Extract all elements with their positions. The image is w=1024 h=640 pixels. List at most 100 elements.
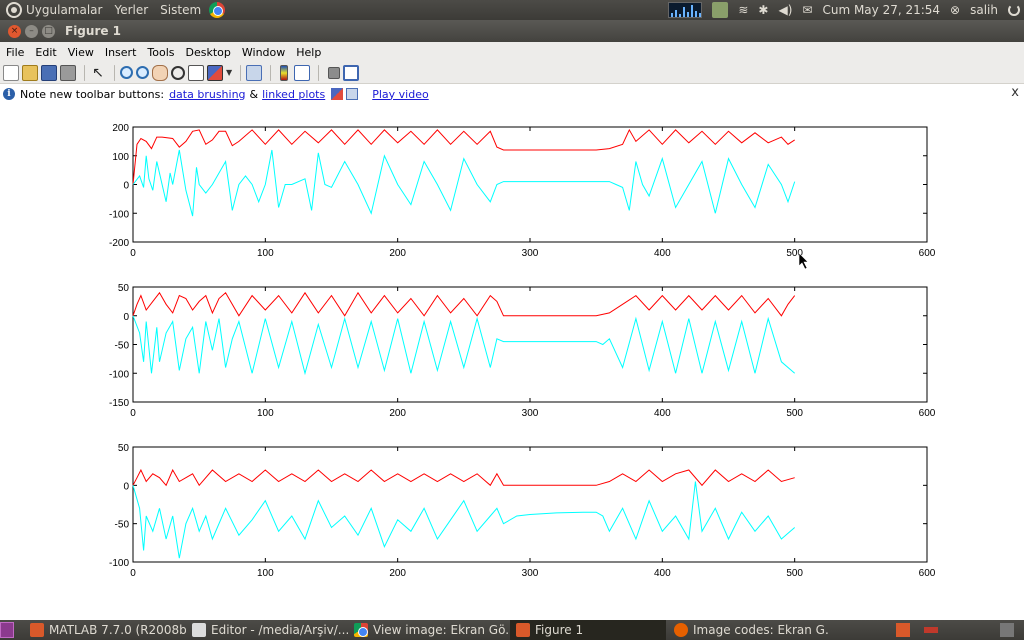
task-label: Image codes: Ekran G... — [693, 623, 830, 637]
menu-file[interactable]: File — [6, 46, 24, 59]
info-bar-close-button[interactable]: x — [1011, 85, 1019, 100]
y-tick-label: -100 — [109, 558, 129, 569]
y-tick-label: 0 — [123, 181, 129, 192]
menu-applications[interactable]: Uygulamalar — [26, 3, 102, 17]
window-close-button[interactable]: × — [8, 24, 21, 38]
x-tick-label: 100 — [257, 248, 274, 259]
window-minimize-button[interactable]: – — [25, 24, 38, 38]
y-tick-label: -100 — [109, 369, 129, 380]
matlab-icon — [30, 623, 44, 637]
window-maximize-button[interactable]: □ — [42, 24, 55, 38]
insert-legend-icon[interactable] — [294, 64, 310, 81]
y-tick-label: 0 — [123, 312, 129, 323]
workspace-1-icon[interactable] — [896, 623, 910, 637]
y-tick-label: 50 — [118, 443, 130, 454]
task-matlab[interactable]: MATLAB 7.7.0 (R2008b) — [30, 620, 186, 640]
y-tick-label: 0 — [123, 481, 129, 492]
editor-icon — [192, 623, 206, 637]
menu-desktop[interactable]: Desktop — [186, 46, 231, 59]
rotate-3d-icon[interactable] — [171, 65, 185, 80]
pan-hand-icon[interactable] — [152, 64, 168, 81]
firefox-icon — [674, 623, 688, 637]
insert-colorbar-icon[interactable] — [280, 64, 288, 81]
axes-box — [132, 286, 928, 403]
menu-help[interactable]: Help — [296, 46, 321, 59]
x-tick-label: 400 — [654, 408, 671, 419]
power-icon[interactable] — [1008, 4, 1020, 16]
open-file-icon[interactable] — [22, 64, 38, 81]
workspace-2-icon[interactable] — [924, 627, 938, 633]
toolbar-separator — [318, 64, 319, 81]
plot-svg[interactable]: 0 100 200 300 400 500 6002001000-100-2000 100 20… — [0, 103, 1024, 620]
task-figure-1[interactable]: Figure 1 — [510, 620, 666, 640]
info-icon: i — [3, 88, 15, 100]
bluetooth-icon[interactable]: ✱ — [758, 3, 768, 17]
print-figure-icon[interactable] — [60, 64, 76, 81]
chrome-launcher-icon[interactable] — [209, 2, 226, 18]
linked-plots-link[interactable]: linked plots — [262, 88, 325, 101]
task-label: View image: Ekran Gö... — [373, 623, 510, 637]
link-plot-icon[interactable] — [246, 64, 262, 81]
hide-plot-tools-icon[interactable] — [328, 66, 340, 79]
user-switch-icon[interactable]: ⊗ — [950, 3, 960, 17]
y-tick-label: -100 — [109, 209, 129, 220]
x-tick-label: 600 — [919, 248, 936, 259]
new-figure-icon[interactable] — [3, 64, 19, 81]
zoom-out-icon[interactable] — [136, 66, 149, 79]
toolbar-separator — [84, 64, 85, 81]
menu-places[interactable]: Yerler — [114, 3, 148, 17]
y-tick-label: 200 — [112, 123, 129, 134]
x-tick-label: 0 — [130, 568, 136, 579]
panel-menus: Uygulamalar Yerler Sistem — [0, 0, 226, 20]
task-image-codes[interactable]: Image codes: Ekran G... — [674, 620, 830, 640]
y-tick-label: -200 — [109, 238, 129, 249]
link-plot-mini-icon — [346, 88, 359, 100]
x-tick-label: 100 — [257, 408, 274, 419]
mail-icon[interactable]: ✉ — [802, 3, 812, 17]
bottom-taskbar: MATLAB 7.7.0 (R2008b) Editor - /media/Ar… — [0, 620, 1024, 640]
edit-plot-arrow-icon[interactable]: ↖ — [90, 65, 106, 81]
figure-menubar: File Edit View Insert Tools Desktop Wind… — [0, 42, 1024, 62]
figure-canvas[interactable]: 0 100 200 300 400 500 600 200 100 0 -100 -200 0 100 20… — [0, 103, 1024, 620]
x-tick-label: 200 — [389, 568, 406, 579]
play-video-link[interactable]: Play video — [372, 88, 428, 101]
user-indicator-icon[interactable] — [712, 2, 729, 18]
menu-edit[interactable]: Edit — [35, 46, 56, 59]
x-tick-label: 200 — [389, 408, 406, 419]
menu-system[interactable]: Sistem — [160, 3, 201, 17]
x-tick-label: 300 — [522, 568, 539, 579]
brush-icon[interactable] — [207, 64, 223, 81]
axes-box — [132, 446, 928, 563]
data-cursor-icon[interactable] — [188, 64, 204, 81]
save-figure-icon[interactable] — [41, 64, 57, 81]
task-editor[interactable]: Editor - /media/Arşiv/... — [192, 620, 348, 640]
ubuntu-logo-icon[interactable] — [6, 2, 22, 18]
show-plot-tools-icon[interactable] — [343, 64, 359, 81]
toolbar-separator — [240, 64, 241, 81]
toolbar-separator — [114, 64, 115, 81]
wifi-icon[interactable]: ≋ — [738, 3, 748, 17]
toolbar-separator — [270, 64, 271, 81]
mouse-cursor-icon — [798, 252, 809, 270]
brush-dropdown-icon[interactable]: ▼ — [226, 65, 232, 81]
volume-icon[interactable]: ◀) — [778, 3, 792, 17]
clock[interactable]: Cum May 27, 21:54 — [822, 3, 940, 17]
top-panel: Uygulamalar Yerler Sistem ≋ ✱ ◀) ✉ Cum M… — [0, 0, 1024, 20]
trash-icon[interactable] — [1000, 623, 1014, 637]
show-desktop-icon[interactable] — [0, 622, 14, 638]
x-tick-label: 500 — [786, 568, 803, 579]
menu-window[interactable]: Window — [242, 46, 285, 59]
task-label: MATLAB 7.7.0 (R2008b) — [49, 623, 186, 637]
task-view-image[interactable]: View image: Ekran Gö... — [354, 620, 510, 640]
menu-tools[interactable]: Tools — [147, 46, 174, 59]
window-titlebar[interactable]: × – □ Figure 1 — [0, 20, 1024, 42]
user-name[interactable]: salih — [970, 3, 998, 17]
info-bar: i Note new toolbar buttons: data brushin… — [0, 85, 1024, 103]
zoom-in-icon[interactable] — [120, 66, 133, 79]
menu-view[interactable]: View — [68, 46, 94, 59]
menu-insert[interactable]: Insert — [105, 46, 137, 59]
task-label: Figure 1 — [535, 623, 584, 637]
system-monitor-icon[interactable] — [668, 2, 703, 18]
x-tick-label: 600 — [919, 568, 936, 579]
data-brushing-link[interactable]: data brushing — [169, 88, 245, 101]
